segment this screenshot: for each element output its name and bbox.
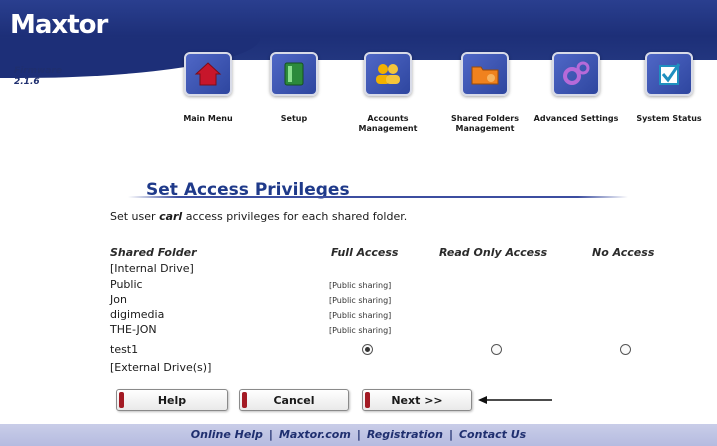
nav-label[interactable]: Accounts Management — [343, 114, 433, 134]
nav-label[interactable]: Advanced Settings — [531, 114, 621, 124]
checkbox-icon[interactable] — [645, 52, 693, 96]
folder-name: digimedia — [110, 308, 165, 321]
footer-registration-link[interactable]: Registration — [367, 428, 443, 441]
setup-icon[interactable] — [270, 52, 318, 96]
intro-prefix: Set user — [110, 210, 160, 223]
title-divider — [128, 196, 628, 198]
cancel-button[interactable]: Cancel — [239, 389, 349, 411]
footer-online-help-link[interactable]: Online Help — [191, 428, 263, 441]
header-shared-folder: Shared Folder — [110, 246, 197, 259]
gears-icon[interactable] — [552, 52, 600, 96]
firmware-version: 2.1.6 — [14, 77, 40, 87]
header-read-only-access: Read Only Access — [439, 246, 548, 259]
internal-drive-label: [Internal Drive] — [110, 262, 194, 275]
users-icon[interactable] — [364, 52, 412, 96]
radio-full-access[interactable] — [362, 344, 373, 355]
nav-system-status[interactable]: System Status — [624, 52, 714, 124]
firmware-info: Firmware 2.1.6 — [14, 66, 62, 88]
radio-no-access[interactable] — [620, 344, 631, 355]
footer-separator: | — [268, 428, 273, 441]
next-button[interactable]: Next >> — [362, 389, 472, 411]
nav-advanced-settings[interactable]: Advanced Settings — [531, 52, 621, 124]
folder-name: test1 — [110, 343, 139, 356]
help-button[interactable]: Help — [116, 389, 228, 411]
footer-contact-us-link[interactable]: Contact Us — [459, 428, 526, 441]
public-sharing-text: [Public sharing] — [329, 281, 392, 290]
firmware-label: Firmware — [14, 66, 62, 76]
public-sharing-text: [Public sharing] — [329, 311, 392, 320]
radio-read-only-access[interactable] — [491, 344, 502, 355]
header-full-access: Full Access — [331, 246, 399, 259]
folder-name: Jon — [110, 293, 127, 306]
footer-separator: | — [356, 428, 361, 441]
nav-accounts-management[interactable]: Accounts Management — [343, 52, 433, 134]
maxtor-logo: Maxtor — [10, 10, 108, 40]
nav-label[interactable]: System Status — [624, 114, 714, 124]
footer-separator: | — [448, 428, 453, 441]
home-icon[interactable] — [184, 52, 232, 96]
footer-bar: Online Help | Maxtor.com | Registration | Cont… — [0, 424, 717, 446]
shared-folders-icon[interactable] — [461, 52, 509, 96]
external-drive-label: [External Drive(s)] — [110, 361, 212, 374]
nav-label[interactable]: Shared Folders Management — [440, 114, 530, 134]
intro-suffix: access privileges for each shared folder… — [182, 210, 408, 223]
nav-label[interactable]: Main Menu — [163, 114, 253, 124]
nav-label[interactable]: Setup — [249, 114, 339, 124]
header-no-access: No Access — [592, 246, 655, 259]
footer-maxtor-link[interactable]: Maxtor.com — [279, 428, 351, 441]
nav-setup[interactable]: Setup — [249, 52, 339, 124]
intro-user: carl — [159, 210, 183, 223]
folder-name: THE-JON — [110, 323, 157, 336]
intro-text: Set user carl access privileges for each… — [110, 210, 407, 223]
public-sharing-text: [Public sharing] — [329, 326, 392, 335]
nav-main-menu[interactable]: Main Menu — [163, 52, 253, 124]
nav-shared-folders-management[interactable]: Shared Folders Management — [440, 52, 530, 134]
arrow-left-icon — [478, 396, 552, 404]
public-sharing-text: [Public sharing] — [329, 296, 392, 305]
folder-name: Public — [110, 278, 143, 291]
